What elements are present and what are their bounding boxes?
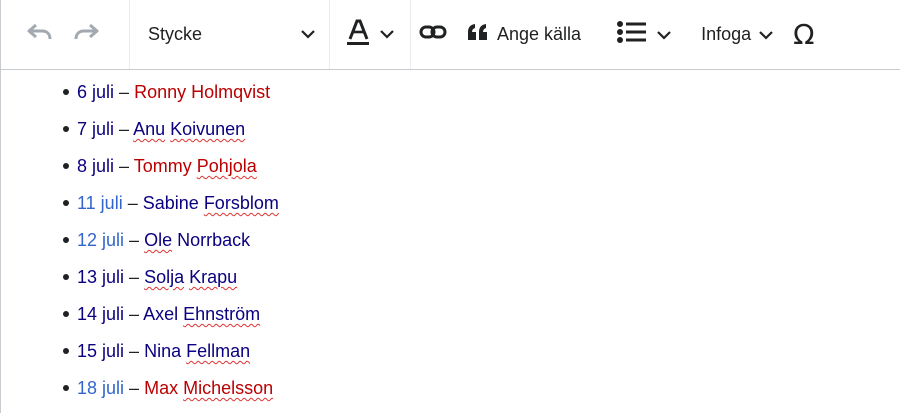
separator: – [129, 230, 140, 250]
list-item-text: 14 juli – Axel Ehnström [77, 304, 260, 324]
undo-button[interactable] [17, 0, 63, 69]
cite-button[interactable]: Ange källa [455, 0, 599, 69]
date-link[interactable]: 12 juli [77, 230, 124, 250]
insert-dropdown[interactable]: Infoga [689, 0, 785, 69]
paragraph-format-dropdown[interactable]: Stycke [130, 0, 330, 69]
date-link[interactable]: 8 juli [77, 156, 114, 176]
list-item: 8 juli – Tommy Pohjola [63, 155, 279, 192]
date-link[interactable]: 14 juli [77, 304, 124, 324]
cite-label: Ange källa [497, 24, 582, 44]
date-link[interactable]: 6 juli [77, 82, 114, 102]
text-style-dropdown[interactable] [330, 0, 411, 69]
redo-button[interactable] [63, 0, 109, 69]
list-item: 12 juli – Ole Norrback [63, 229, 279, 266]
list-item: 7 juli – Anu Koivunen [63, 118, 279, 155]
chevron-down-icon [759, 24, 773, 45]
name-part: Sabine [142, 193, 204, 213]
person-link[interactable]: Max Michelsson [144, 378, 273, 398]
list-item: 11 juli – Sabine Forsblom [63, 192, 279, 229]
quote-icon [467, 23, 489, 46]
person-link[interactable]: Ronny Holmqvist [134, 82, 270, 102]
special-character-button[interactable]: Ω [785, 0, 824, 69]
text-style-icon [346, 19, 370, 50]
name-part: Ronny Holmqvist [134, 82, 271, 102]
link-button[interactable] [411, 0, 455, 69]
history-group [1, 0, 130, 69]
name-part: Nina [144, 341, 187, 361]
list-item-text: 6 juli – Ronny Holmqvist [77, 82, 270, 102]
name-part: Tommy [133, 156, 197, 176]
person-link[interactable]: Tommy Pohjola [134, 156, 257, 176]
name-part: Ehnström [183, 304, 261, 324]
person-link[interactable]: Solja Krapu [144, 267, 237, 287]
omega-icon: Ω [793, 18, 815, 51]
name-part: Krapu [189, 267, 238, 287]
chevron-down-icon [380, 26, 394, 44]
name-part: Axel [143, 304, 184, 324]
chevron-down-icon [657, 24, 671, 45]
list-item-text: 15 juli – Nina Fellman [77, 341, 250, 361]
list-item: 15 juli – Nina Fellman [63, 340, 279, 377]
separator: – [127, 193, 138, 213]
bullet-list-icon [617, 20, 647, 49]
name-part: Fellman [186, 341, 251, 361]
visual-editor: Stycke Ange källa Infoga Ω 6 juli – Ronn… [0, 0, 900, 413]
bullet-icon [63, 163, 69, 169]
list-item-text: 18 juli – Max Michelsson [77, 378, 273, 398]
person-link[interactable]: Anu Koivunen [133, 119, 245, 139]
paragraph-format-label: Stycke [148, 24, 203, 44]
separator: – [129, 267, 140, 287]
person-link[interactable]: Ole Norrback [144, 230, 250, 250]
bullet-icon [63, 385, 69, 391]
name-part: Anu [133, 119, 166, 139]
undo-icon [27, 22, 53, 47]
list-item-text: 13 juli – Solja Krapu [77, 267, 237, 287]
bullet-icon [63, 200, 69, 206]
bullet-icon [63, 348, 69, 354]
person-link[interactable]: Axel Ehnström [143, 304, 260, 324]
bullet-icon [63, 274, 69, 280]
editor-toolbar: Stycke Ange källa Infoga Ω [1, 0, 900, 70]
list-item-text: 11 juli – Sabine Forsblom [77, 193, 279, 213]
list-item: 13 juli – Solja Krapu [63, 266, 279, 303]
date-link[interactable]: 18 juli [77, 378, 124, 398]
editor-content[interactable]: 6 juli – Ronny Holmqvist 7 juli – Anu Koi… [1, 70, 900, 413]
name-part: Solja [144, 267, 185, 287]
name-part: Norrback [172, 230, 251, 250]
bullet-icon [63, 89, 69, 95]
separator: – [119, 82, 130, 102]
list-dropdown[interactable] [599, 0, 689, 69]
bullet-icon [63, 126, 69, 132]
list-item-text: 7 juli – Anu Koivunen [77, 119, 245, 139]
list-item: 14 juli – Axel Ehnström [63, 303, 279, 340]
name-part: Ole [144, 230, 173, 250]
separator: – [129, 378, 140, 398]
list-item: 6 juli – Ronny Holmqvist [63, 81, 279, 118]
separator: – [129, 304, 140, 324]
name-part: Max [144, 378, 184, 398]
bullet-icon [63, 237, 69, 243]
list-item-text: 8 juli – Tommy Pohjola [77, 156, 257, 176]
name-part: Michelsson [183, 378, 274, 398]
date-link[interactable]: 7 juli [77, 119, 114, 139]
date-list: 6 juli – Ronny Holmqvist 7 juli – Anu Koi… [63, 81, 279, 413]
link-icon [419, 24, 447, 45]
date-link[interactable]: 15 juli [77, 341, 124, 361]
name-part: Pohjola [196, 156, 257, 176]
chevron-down-icon [301, 26, 315, 44]
separator: – [129, 341, 140, 361]
date-link[interactable]: 11 juli [77, 193, 123, 213]
separator: – [119, 156, 130, 176]
separator: – [119, 119, 130, 139]
person-link[interactable]: Sabine Forsblom [143, 193, 279, 213]
insert-label: Infoga [701, 24, 752, 44]
date-link[interactable]: 13 juli [77, 267, 124, 287]
name-part: Forsblom [203, 193, 279, 213]
bullet-icon [63, 311, 69, 317]
person-link[interactable]: Nina Fellman [144, 341, 250, 361]
list-item-text: 12 juli – Ole Norrback [77, 230, 250, 250]
list-item: 18 juli – Max Michelsson [63, 377, 279, 413]
name-part: Koivunen [170, 119, 246, 139]
redo-icon [73, 22, 99, 47]
